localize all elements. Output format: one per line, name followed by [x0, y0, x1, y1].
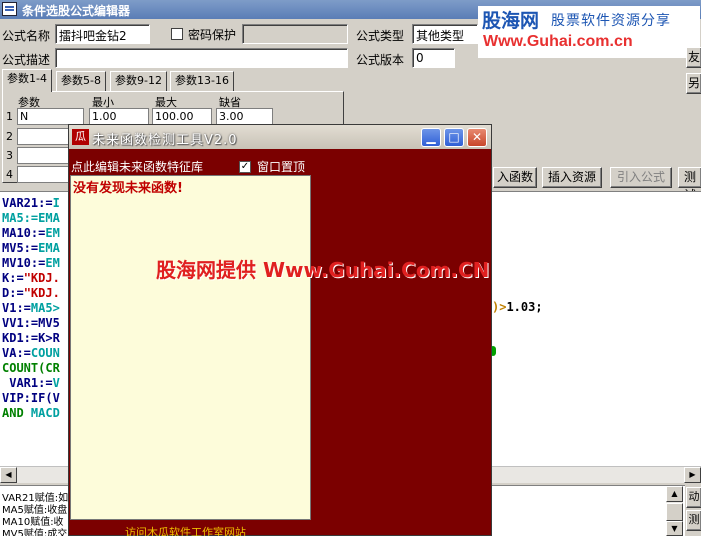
code-line: VIP:IF(V	[2, 391, 60, 405]
right-edge-button-1[interactable]: 友	[686, 47, 701, 68]
formula-version-label: 公式版本	[356, 53, 405, 67]
insert-resource-button[interactable]: 插入资源	[542, 167, 602, 188]
param-min-input[interactable]: 1.00	[89, 108, 149, 125]
banner-url: Www.Guhai.com.cn	[483, 33, 633, 50]
tab-params-5-8[interactable]: 参数5-8	[56, 71, 106, 91]
code-line: MA5:=EMA	[2, 211, 60, 225]
topmost-checkbox[interactable]: ✓	[239, 161, 251, 173]
param-row-num: 3	[6, 149, 13, 162]
side-button-dynamic[interactable]: 动	[686, 487, 701, 508]
code-line: KD1:=K>R	[2, 331, 60, 345]
code-line: D:="KDJ.	[2, 286, 60, 300]
password-label: 密码保护	[188, 28, 237, 42]
visit-website-link[interactable]: 访问木瓜软件工作室网站	[125, 524, 246, 536]
formula-type-select[interactable]: 其他类型	[412, 24, 478, 44]
formula-desc-label: 公式描述	[2, 53, 51, 67]
detection-result-box[interactable]: 没有发现未来函数!	[70, 175, 311, 520]
param-row-num: 4	[6, 168, 13, 181]
close-icon[interactable]: ✕	[467, 128, 487, 147]
code-line: K:="KDJ.	[2, 271, 60, 285]
side-button-test[interactable]: 测	[686, 510, 701, 531]
code-line: V1:=MA5>	[2, 301, 60, 315]
tab-params-9-12[interactable]: 参数9-12	[110, 71, 167, 91]
param-row-num: 1	[6, 110, 13, 123]
code-line: VA:=COUN	[2, 346, 60, 360]
banner-brand: 股海网	[482, 10, 540, 32]
future-function-tool-window: 瓜 未来函数检测工具V2.0 ▁ □ ✕ 点此编辑未来函数特征库 ✓ 窗口置顶 …	[68, 124, 492, 536]
formula-name-label: 公式名称	[2, 29, 51, 43]
tab-params-1-4[interactable]: 参数1-4	[2, 69, 52, 92]
scroll-down-icon[interactable]: ▼	[666, 521, 683, 536]
output-line: MV5赋值:成交	[2, 529, 68, 536]
scroll-up-icon[interactable]: ▲	[666, 486, 683, 502]
formula-type-label: 公式类型	[356, 29, 405, 43]
scroll-thumb[interactable]	[666, 503, 683, 521]
maximize-icon[interactable]: □	[444, 128, 464, 147]
param-name-input[interactable]: N	[17, 108, 84, 125]
topmost-label: 窗口置顶	[257, 160, 306, 174]
import-formula-button[interactable]: 引入公式	[610, 167, 672, 188]
code-line: VV1:=MV5	[2, 316, 60, 330]
code-line: COUNT(CR	[2, 361, 60, 375]
code-line: MV5:=EMA	[2, 241, 60, 255]
password-input[interactable]	[242, 24, 348, 44]
param-default-input[interactable]: 3.00	[216, 108, 273, 125]
banner-slogan: 股票软件资源分享	[551, 13, 671, 29]
code-fragment: )>1.03;	[492, 300, 543, 314]
watermark-text: 股海网提供 Www.Guhai.Com.CN	[156, 258, 490, 282]
code-line: MA10:=EM	[2, 226, 60, 240]
edit-feature-library-link[interactable]: 点此编辑未来函数特征库	[71, 158, 203, 175]
code-line: VAR21:=I	[2, 196, 60, 210]
detection-result-text: 没有发现未来函数!	[73, 181, 183, 196]
code-line: VAR1:=V	[2, 376, 60, 390]
scroll-right-icon[interactable]: ▶	[684, 467, 701, 483]
popup-title: 未来函数检测工具V2.0	[92, 133, 238, 148]
password-checkbox[interactable]	[171, 28, 183, 40]
banner-logo: 股海网 股票软件资源分享 Www.Guhai.com.cn	[478, 6, 700, 58]
tab-params-13-16[interactable]: 参数13-16	[170, 71, 234, 91]
formula-version-input[interactable]: 0	[412, 48, 455, 68]
test-button[interactable]: 测试	[678, 167, 701, 202]
scroll-left-icon[interactable]: ◀	[0, 467, 17, 483]
popup-title-bar[interactable]: 瓜 未来函数检测工具V2.0 ▁ □ ✕	[69, 125, 491, 149]
app-window-icon	[2, 2, 17, 16]
window-title: 条件选股公式编辑器	[22, 4, 131, 18]
right-edge-button-2[interactable]: 另	[686, 73, 701, 94]
code-line: AND MACD	[2, 406, 60, 420]
output-vertical-scrollbar[interactable]: ▲ ▼	[666, 486, 683, 536]
formula-name-input[interactable]: 擂抖吧金钻2	[55, 24, 150, 44]
formula-desc-input[interactable]	[55, 48, 348, 68]
param-row-num: 2	[6, 130, 13, 143]
param-max-input[interactable]: 100.00	[152, 108, 212, 125]
code-line: MV10:=EM	[2, 256, 60, 270]
tool-app-icon: 瓜	[72, 129, 89, 145]
minimize-icon[interactable]: ▁	[421, 128, 441, 147]
insert-function-button[interactable]: 入函数	[493, 167, 537, 188]
